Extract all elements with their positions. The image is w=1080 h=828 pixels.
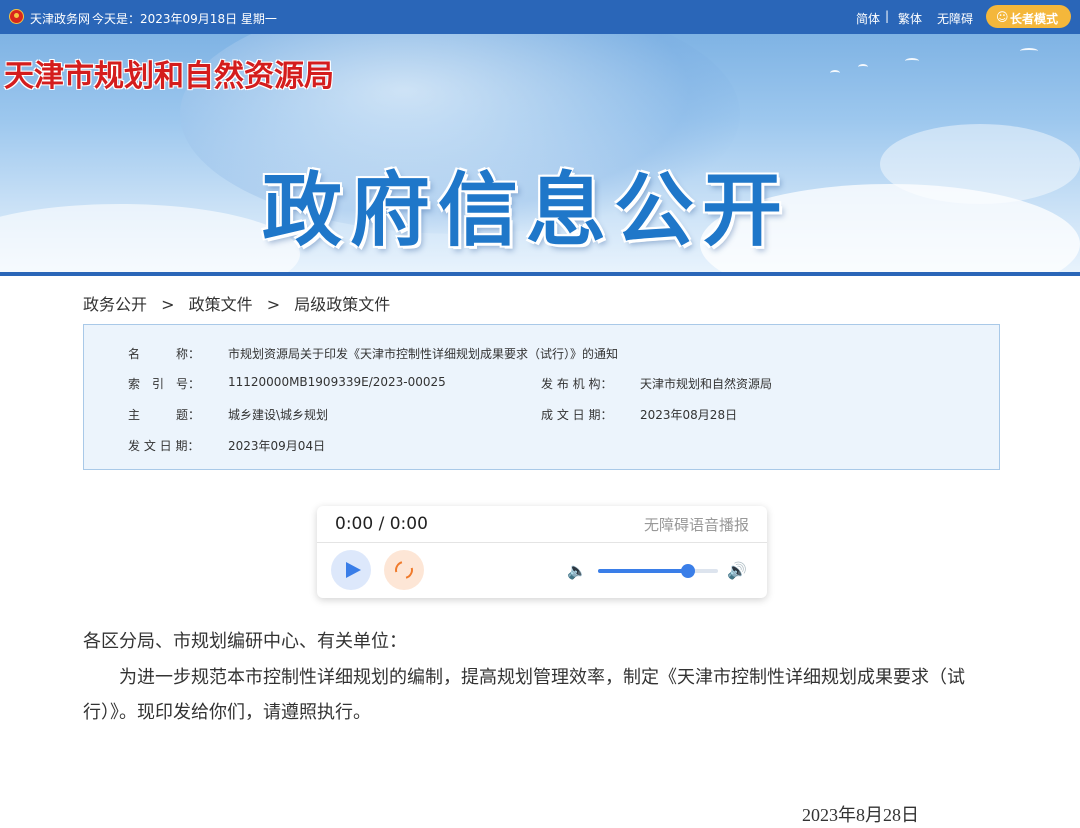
meta-written-date-value: 2023年08月28日	[640, 408, 738, 422]
site-name-link[interactable]: 天津政务网	[30, 10, 90, 27]
meta-written-date-label: 成 文 日 期：	[541, 408, 613, 422]
loop-button[interactable]	[384, 550, 424, 590]
audio-player: 0:00 / 0:00 无障碍语音播报 🔈 🔊	[317, 506, 767, 598]
volume-high-icon[interactable]: 🔊	[727, 561, 747, 580]
volume-slider[interactable]	[598, 564, 718, 578]
accessibility-link[interactable]: 无障碍	[937, 10, 973, 27]
elder-mode-button[interactable]: ☺ 长者模式	[986, 5, 1071, 28]
elder-person-icon: ☺	[996, 10, 1009, 24]
document-metadata: 名 称： 市规划资源局关于印发《天津市控制性详细规划成果要求（试行）》的通知 索…	[83, 324, 1000, 470]
bird-decoration	[858, 64, 868, 70]
simplified-chinese-link[interactable]: 简体	[856, 10, 880, 27]
bird-decoration	[905, 58, 919, 64]
document-salutation: 各区分局、市规划编研中心、有关单位：	[83, 631, 407, 652]
agency-name: 天津市规划和自然资源局	[4, 59, 334, 94]
cloud-decoration	[0, 204, 300, 276]
play-icon	[346, 562, 361, 578]
meta-index-value: 11120000MB1909339E/2023-00025	[228, 375, 446, 389]
document-date: 2023年8月28日	[802, 805, 919, 825]
volume-low-icon[interactable]: 🔈	[567, 561, 587, 580]
banner-divider	[0, 272, 1080, 276]
loop-icon	[391, 557, 417, 583]
player-divider	[317, 542, 767, 543]
breadcrumb-item-policy-docs[interactable]: 政策文件	[189, 295, 253, 314]
breadcrumb: 政务公开 > 政策文件 > 局级政策文件	[83, 291, 399, 315]
top-bar: 天津政务网 今天是：2023年09月18日 星期一 简体 | 繁体 无障碍 ☺ …	[0, 0, 1080, 34]
volume-knob[interactable]	[681, 564, 695, 578]
meta-index-label: 索 引 号：	[128, 377, 201, 391]
meta-publish-date-value: 2023年09月04日	[228, 439, 326, 453]
traditional-chinese-link[interactable]: 繁体	[898, 10, 922, 27]
meta-publish-date-label: 发 文 日 期：	[128, 439, 200, 453]
meta-name-label: 名 称：	[128, 347, 201, 361]
breadcrumb-separator: >	[161, 295, 175, 314]
elder-mode-label: 长者模式	[1010, 12, 1059, 26]
meta-issuer-label: 发 布 机 构：	[541, 377, 613, 391]
bird-decoration	[1020, 48, 1038, 54]
player-title: 无障碍语音播报	[643, 516, 749, 534]
meta-topic-value: 城乡建设\城乡规划	[228, 408, 329, 422]
meta-issuer-value: 天津市规划和自然资源局	[640, 377, 773, 391]
bird-decoration	[830, 70, 840, 76]
play-button[interactable]	[331, 550, 371, 590]
document-paragraph: 为进一步规范本市控制性详细规划的编制，提高规划管理效率，制定《天津市控制性详细规…	[83, 667, 965, 723]
lang-separator: |	[885, 9, 890, 23]
breadcrumb-item-bureau-policy[interactable]: 局级政策文件	[294, 295, 390, 314]
volume-fill	[598, 569, 688, 573]
cloud-decoration	[880, 124, 1080, 204]
page-headline: 政府信息公开	[262, 164, 790, 257]
meta-name-value: 市规划资源局关于印发《天津市控制性详细规划成果要求（试行）》的通知	[228, 347, 619, 361]
header-banner: 天津市规划和自然资源局 政府信息公开	[0, 34, 1080, 276]
breadcrumb-separator: >	[266, 295, 281, 314]
today-date: 今天是：2023年09月18日 星期一	[92, 12, 277, 26]
breadcrumb-item-gov-affairs[interactable]: 政务公开	[83, 295, 147, 314]
national-emblem-icon	[9, 9, 24, 24]
meta-topic-label: 主 题：	[128, 408, 201, 422]
playback-time: 0:00 / 0:00	[335, 514, 428, 534]
